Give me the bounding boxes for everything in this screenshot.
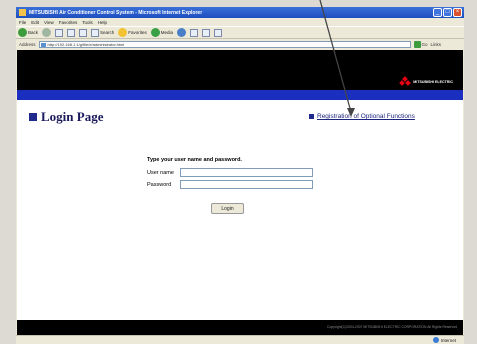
back-button[interactable]: Back (18, 28, 38, 37)
page-title: Login Page (41, 109, 104, 124)
header-blue-stripe (17, 90, 463, 100)
password-label: Password (147, 181, 172, 188)
stop-icon (55, 28, 64, 37)
browser-toolbar: Back Search Favorites Media (16, 26, 464, 39)
home-button[interactable] (79, 28, 88, 37)
edit-icon (214, 28, 223, 37)
username-input[interactable] (180, 168, 313, 177)
status-bar: Internet (16, 335, 464, 344)
back-arrow-icon (18, 28, 27, 37)
refresh-button[interactable] (67, 28, 76, 37)
media-button[interactable]: Media (150, 28, 173, 37)
registration-optional-functions-link[interactable]: Registration of Optional Functions (317, 113, 415, 120)
menu-file[interactable]: File (19, 20, 26, 25)
print-icon (202, 28, 211, 37)
home-icon (79, 28, 88, 37)
title-bar: MITSUBISHI Air Conditioner Control Syste… (16, 7, 464, 18)
login-form: Type your user name and password. User n… (147, 157, 347, 214)
links-button[interactable]: Links (431, 42, 442, 47)
logo-text: MITSUBISHI ELECTRIC (413, 79, 453, 84)
mitsubishi-logo: MITSUBISHI ELECTRIC (399, 76, 453, 86)
close-button[interactable]: × (453, 8, 462, 17)
go-button[interactable]: Go (413, 40, 428, 48)
three-diamonds-icon (399, 76, 412, 86)
footer-band: Copyright(C)2004-2007 MITSUBISHI ELECTRI… (17, 320, 463, 335)
registration-link-row: Registration of Optional Functions (309, 113, 415, 120)
address-input[interactable]: http://192.168.1.1/g/file/e/administrato… (38, 40, 411, 48)
forward-arrow-icon (42, 28, 52, 37)
internet-zone-icon (432, 337, 439, 343)
refresh-icon (67, 28, 76, 37)
address-label: Address (19, 41, 36, 47)
search-icon (91, 28, 100, 37)
login-button[interactable]: Login (211, 203, 244, 214)
browser-window: MITSUBISHI Air Conditioner Control Syste… (16, 7, 464, 344)
go-arrow-icon (413, 40, 421, 48)
window-title: MITSUBISHI Air Conditioner Control Syste… (29, 9, 203, 16)
edit-button[interactable] (214, 28, 223, 37)
mail-icon (190, 28, 199, 37)
page-content: MITSUBISHI ELECTRIC Login Page Registrat… (17, 50, 463, 335)
zone-label: Internet (440, 337, 456, 343)
copyright-text: Copyright(C)2004-2007 MITSUBISHI ELECTRI… (327, 325, 457, 329)
media-icon (150, 28, 160, 37)
menu-help[interactable]: Help (98, 20, 107, 25)
menu-favorites[interactable]: Favorites (59, 20, 78, 25)
login-prompt: Type your user name and password. (147, 157, 242, 163)
window-controls: _ □ × (433, 8, 462, 17)
star-icon (118, 28, 128, 37)
username-label: User name (147, 169, 174, 176)
menu-view[interactable]: View (44, 20, 54, 25)
menu-bar: File Edit View Favorites Tools Help (16, 18, 464, 26)
maximize-button[interactable]: □ (443, 8, 452, 17)
print-button[interactable] (202, 28, 211, 37)
minimize-button[interactable]: _ (433, 8, 442, 17)
search-button[interactable]: Search (91, 28, 114, 37)
history-button[interactable] (177, 28, 187, 37)
password-row: Password (147, 180, 347, 189)
favorites-button[interactable]: Favorites (118, 28, 147, 37)
history-icon (177, 28, 187, 37)
mail-button[interactable] (190, 28, 199, 37)
link-square-icon (309, 114, 314, 119)
header-band (17, 50, 463, 90)
menu-tools[interactable]: Tools (82, 20, 93, 25)
title-square-icon (29, 113, 37, 121)
menu-edit[interactable]: Edit (31, 20, 39, 25)
forward-button[interactable] (42, 28, 52, 37)
address-bar: Address http://192.168.1.1/g/file/e/admi… (16, 39, 464, 49)
stop-button[interactable] (55, 28, 64, 37)
username-row: User name (147, 168, 347, 177)
ie-icon (19, 9, 26, 16)
password-input[interactable] (180, 180, 313, 189)
page-title-row: Login Page (29, 109, 103, 125)
